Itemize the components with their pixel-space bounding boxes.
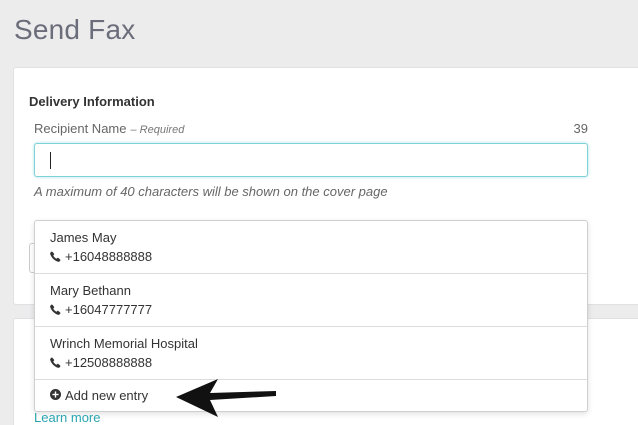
suggestion-phone: +12508888888 xyxy=(50,355,587,370)
recipient-name-input[interactable] xyxy=(34,143,588,177)
required-indicator: – Required xyxy=(130,124,185,136)
suggestion-phone-number: +12508888888 xyxy=(65,355,153,370)
learn-more-link[interactable]: Learn more xyxy=(34,410,100,425)
suggestion-name: James May xyxy=(50,230,117,245)
section-title: Delivery Information xyxy=(29,94,155,109)
suggestion-name: Wrinch Memorial Hospital xyxy=(50,336,198,351)
suggestion-phone-number: +16047777777 xyxy=(65,302,153,317)
plus-circle-icon xyxy=(50,389,61,400)
recipient-name-label: Recipient Name – Required xyxy=(34,121,184,136)
suggestion-item[interactable]: James May +16048888888 xyxy=(35,221,587,274)
recipient-name-hint: A maximum of 40 characters will be shown… xyxy=(34,184,388,199)
suggestion-phone: +16047777777 xyxy=(50,302,587,317)
phone-icon xyxy=(50,251,61,262)
recipient-suggestions-dropdown: James May +16048888888 Mary Bethann +160… xyxy=(34,220,588,412)
suggestion-name: Mary Bethann xyxy=(50,283,131,298)
phone-icon xyxy=(50,304,61,315)
page-title: Send Fax xyxy=(14,14,136,45)
phone-icon xyxy=(50,357,61,368)
suggestion-phone-number: +16048888888 xyxy=(65,249,153,264)
pointer-arrow-icon xyxy=(176,379,276,417)
recipient-name-label-text: Recipient Name xyxy=(34,121,127,136)
suggestion-item[interactable]: Wrinch Memorial Hospital +12508888888 xyxy=(35,327,587,380)
add-new-entry-button[interactable]: Add new entry xyxy=(35,380,587,412)
suggestion-phone: +16048888888 xyxy=(50,249,587,264)
add-new-entry-label: Add new entry xyxy=(65,388,149,403)
text-caret xyxy=(50,152,51,169)
character-count: 39 xyxy=(573,121,588,136)
suggestion-item[interactable]: Mary Bethann +16047777777 xyxy=(35,274,587,327)
